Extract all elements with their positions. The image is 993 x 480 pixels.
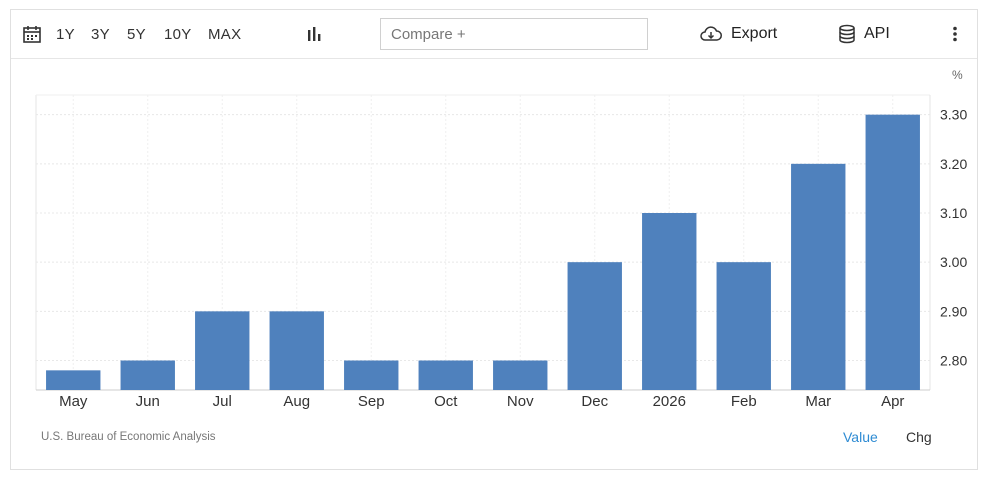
bar-dec[interactable]: [567, 262, 622, 390]
bar-apr[interactable]: [865, 114, 920, 391]
bar-sep[interactable]: [344, 360, 399, 391]
x-tick-label: Dec: [581, 393, 608, 410]
bar-mar[interactable]: [791, 163, 846, 390]
x-tick-label: Oct: [434, 393, 458, 410]
x-tick-label: May: [59, 393, 88, 410]
x-tick-label: Mar: [805, 393, 831, 410]
x-tick-label: Apr: [881, 393, 904, 410]
bar-aug[interactable]: [269, 311, 324, 390]
bar-feb[interactable]: [716, 262, 771, 390]
bar-nov[interactable]: [493, 360, 548, 391]
chart-panel: 1Y 3Y 5Y 10Y MAX Export: [10, 9, 978, 470]
x-tick-label: Aug: [283, 393, 310, 410]
y-tick-label: 2.90: [940, 303, 967, 319]
y-tick-label: 2.80: [940, 353, 967, 369]
bar-oct[interactable]: [418, 360, 473, 391]
x-tick-label: Nov: [507, 393, 534, 410]
value-toggle[interactable]: Value: [843, 429, 878, 445]
x-tick-label: Sep: [358, 393, 385, 410]
bar-layer: [46, 114, 920, 391]
chg-toggle[interactable]: Chg: [906, 429, 932, 445]
bar-chart: 2.80 2.90 3.00 3.10 3.20 3.30 May Jun Jul Aug Sep…: [35, 94, 967, 410]
x-tick-label: Jul: [213, 393, 232, 410]
y-tick-label: 3.10: [940, 205, 967, 221]
bar-2026[interactable]: [642, 213, 697, 390]
bar-jun[interactable]: [120, 360, 175, 391]
x-axis-ticks: May Jun Jul Aug Sep Oct Nov Dec 2026 Feb Mar Apr: [59, 393, 904, 410]
y-tick-label: 3.00: [940, 254, 967, 270]
x-tick-label: 2026: [653, 393, 686, 410]
x-tick-label: Jun: [136, 393, 160, 410]
y-tick-label: 3.30: [940, 107, 967, 123]
source-label: U.S. Bureau of Economic Analysis: [41, 431, 216, 443]
bar-jul[interactable]: [195, 311, 250, 390]
y-tick-label: 3.20: [940, 156, 967, 172]
x-tick-label: Feb: [731, 393, 757, 410]
bar-may[interactable]: [46, 370, 101, 390]
y-axis-ticks: 2.80 2.90 3.00 3.10 3.20 3.30: [940, 107, 967, 369]
